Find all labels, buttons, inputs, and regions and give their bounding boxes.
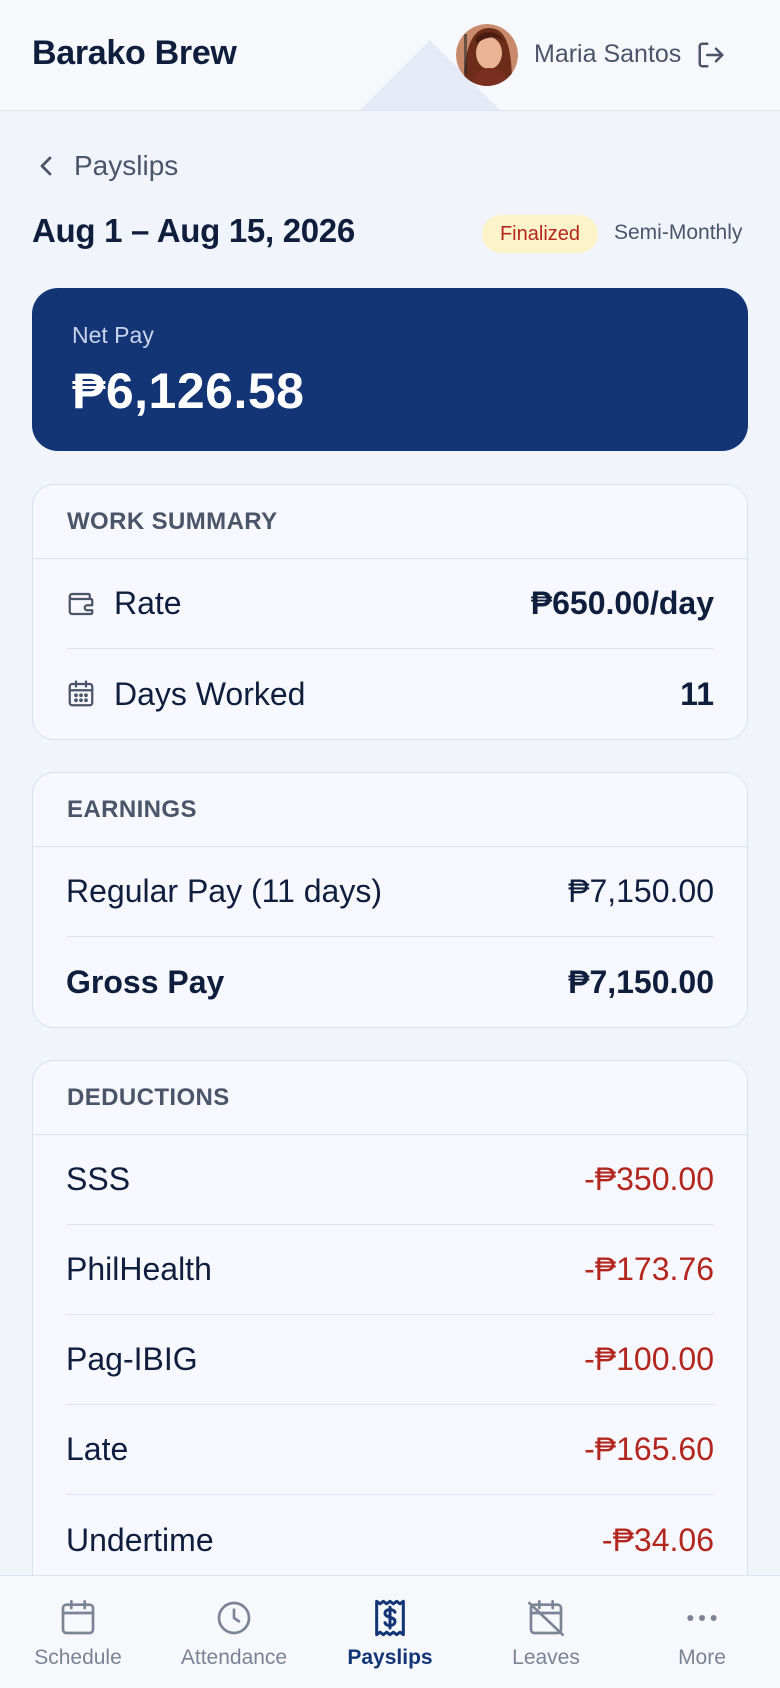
- deduction-row: SSS -₱350.00: [66, 1135, 714, 1225]
- deduction-label: SSS: [66, 1161, 131, 1197]
- nav-label: Payslips: [347, 1646, 433, 1669]
- brand-name: Barako Brew: [32, 34, 237, 72]
- app-header: Barako Brew Maria Santos: [0, 0, 780, 111]
- days-worked-row: Days Worked 11: [66, 649, 714, 739]
- days-worked-value: 11: [680, 675, 714, 712]
- section-title: EARNINGS: [33, 773, 747, 847]
- gross-pay-label: Gross Pay: [66, 963, 225, 1000]
- gross-pay-value: ₱7,150.00: [568, 963, 714, 1000]
- nav-attendance[interactable]: Attendance: [156, 1576, 312, 1688]
- payslip-icon: [375, 1599, 405, 1637]
- deduction-value: -₱350.00: [584, 1161, 714, 1197]
- deduction-row: Pag-IBIG -₱100.00: [66, 1315, 714, 1405]
- deduction-value: -₱100.00: [584, 1341, 714, 1377]
- nav-label: Schedule: [34, 1646, 122, 1669]
- nav-label: Attendance: [180, 1646, 288, 1669]
- bottom-nav: Schedule Attendance Payslips Leaves More: [0, 1575, 780, 1688]
- rate-label: Rate: [114, 585, 182, 621]
- gross-pay-row: Gross Pay ₱7,150.00: [66, 937, 714, 1027]
- nav-label: More: [678, 1646, 726, 1669]
- pay-period-title: Aug 1 – Aug 15, 2026: [32, 212, 355, 249]
- logout-icon: [698, 42, 724, 68]
- status-badge: Finalized: [482, 215, 598, 253]
- deduction-label: Late: [66, 1431, 129, 1467]
- net-pay-value: ₱6,126.58: [72, 363, 305, 419]
- calendar-off-icon: [528, 1600, 564, 1636]
- net-pay-card: Net Pay ₱6,126.58: [32, 288, 748, 451]
- more-dots-icon: [687, 1615, 717, 1621]
- deduction-value: -₱34.06: [601, 1521, 714, 1558]
- nav-leaves[interactable]: Leaves: [468, 1576, 624, 1688]
- logout-button[interactable]: [696, 40, 726, 70]
- rate-value: ₱650.00/day: [530, 585, 714, 621]
- days-worked-label: Days Worked: [114, 675, 306, 712]
- back-to-payslips-link[interactable]: Payslips: [36, 148, 178, 184]
- regular-pay-label: Regular Pay (11 days): [66, 873, 382, 909]
- deduction-value: -₱165.60: [584, 1431, 714, 1467]
- regular-pay-value: ₱7,150.00: [568, 873, 714, 909]
- back-label: Payslips: [74, 150, 179, 181]
- nav-more[interactable]: More: [624, 1576, 780, 1688]
- nav-payslips[interactable]: Payslips: [312, 1576, 468, 1688]
- calendar-icon: [68, 680, 94, 707]
- pay-frequency: Semi-Monthly: [614, 221, 743, 244]
- user-avatar[interactable]: [456, 24, 518, 86]
- section-title: DEDUCTIONS: [33, 1061, 747, 1135]
- deduction-row: PhilHealth -₱173.76: [66, 1225, 714, 1315]
- work-summary-card: WORK SUMMARY Rate ₱650.00/day Days Worke…: [32, 484, 748, 740]
- earnings-card: EARNINGS Regular Pay (11 days) ₱7,150.00…: [32, 772, 748, 1028]
- nav-label: Leaves: [512, 1646, 580, 1669]
- net-pay-label: Net Pay: [72, 322, 154, 348]
- section-title: WORK SUMMARY: [33, 485, 747, 559]
- nav-schedule[interactable]: Schedule: [0, 1576, 156, 1688]
- calendar-icon: [61, 1600, 95, 1635]
- deduction-label: PhilHealth: [66, 1251, 212, 1287]
- deduction-row: Undertime -₱34.06: [66, 1495, 714, 1585]
- payslip-detail-screen: Barako Brew Maria Santos Payslips Aug 1 …: [0, 0, 780, 1688]
- clock-icon: [217, 1601, 251, 1635]
- rate-row: Rate ₱650.00/day: [66, 559, 714, 649]
- wallet-icon: [68, 592, 94, 615]
- regular-pay-row: Regular Pay (11 days) ₱7,150.00: [66, 847, 714, 937]
- user-name: Maria Santos: [534, 40, 682, 68]
- deduction-label: Pag-IBIG: [66, 1341, 198, 1377]
- deduction-row: Late -₱165.60: [66, 1405, 714, 1495]
- deductions-card: DEDUCTIONS SSS -₱350.00 PhilHealth -₱173…: [32, 1060, 748, 1620]
- deduction-label: Undertime: [66, 1521, 214, 1558]
- chevron-left-icon: [40, 156, 52, 176]
- deduction-value: -₱173.76: [584, 1251, 714, 1287]
